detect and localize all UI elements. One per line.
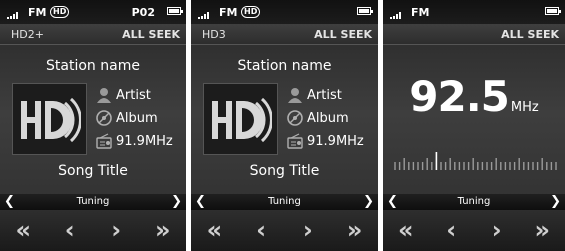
- signal-icon: [198, 12, 212, 19]
- status-bar: FM HD: [191, 0, 378, 24]
- tuning-bar: ❮ Tuning ❯: [0, 194, 186, 210]
- album-art: [203, 83, 278, 155]
- hd-logo-icon: [21, 97, 81, 143]
- status-bar: FM HD P02: [0, 0, 186, 24]
- info-bar: HD3 ALL SEEK: [191, 24, 378, 45]
- band-label: FM: [219, 6, 238, 19]
- channel-label: HD2+: [11, 28, 44, 41]
- signal-icon: [7, 12, 21, 19]
- artist-label: Artist: [116, 88, 151, 103]
- tune-up-button[interactable]: ›: [93, 210, 140, 251]
- station-name: Station name: [46, 58, 140, 74]
- radio-screen-hd3: FM HD HD3 ALL SEEK Station name Artist A…: [191, 0, 378, 251]
- radio-icon: [96, 133, 112, 149]
- radio-screen-hd2: FM HD P02 HD2+ ALL SEEK Station name Art…: [0, 0, 186, 251]
- seek-mode-label[interactable]: ALL SEEK: [314, 28, 372, 41]
- tuning-bar: ❮ Tuning ❯: [383, 194, 565, 210]
- frequency-display: 92.5 MHz: [383, 72, 565, 121]
- tune-down-button[interactable]: ‹: [429, 210, 475, 251]
- battery-icon: [357, 7, 373, 15]
- seek-forward-button[interactable]: »: [331, 210, 378, 251]
- seek-forward-button[interactable]: »: [520, 210, 565, 251]
- hd-indicator-icon: HD: [50, 6, 70, 18]
- artist-icon: [97, 88, 111, 103]
- frequency-label: 91.9MHz: [307, 134, 364, 149]
- info-bar: HD2+ ALL SEEK: [0, 24, 186, 45]
- seek-mode-label[interactable]: ALL SEEK: [122, 28, 180, 41]
- tuning-label: Tuning: [76, 196, 110, 207]
- tune-up-button[interactable]: ›: [474, 210, 520, 251]
- control-bar: « ‹ › »: [191, 210, 378, 251]
- frequency-unit: MHz: [510, 100, 539, 115]
- tuning-right-arrow-icon[interactable]: ❯: [171, 194, 182, 210]
- band-label: FM: [28, 6, 47, 19]
- control-bar: « ‹ › »: [0, 210, 186, 251]
- tuning-right-arrow-icon[interactable]: ❯: [550, 194, 561, 210]
- signal-icon: [390, 12, 404, 19]
- tune-down-button[interactable]: ‹: [238, 210, 285, 251]
- preset-label: P02: [131, 6, 155, 19]
- album-art: [12, 83, 87, 155]
- info-bar: ALL SEEK: [383, 24, 565, 45]
- band-label: FM: [411, 6, 430, 19]
- seek-mode-label[interactable]: ALL SEEK: [501, 28, 559, 41]
- station-name: Station name: [237, 58, 332, 74]
- battery-icon: [545, 7, 561, 15]
- tune-down-button[interactable]: ‹: [47, 210, 94, 251]
- tuning-label: Tuning: [457, 196, 491, 207]
- song-title: Song Title: [249, 163, 320, 179]
- seek-back-button[interactable]: «: [191, 210, 238, 251]
- radio-icon: [287, 133, 303, 149]
- seek-back-button[interactable]: «: [383, 210, 429, 251]
- tuning-dial[interactable]: [393, 150, 558, 172]
- hd-indicator-icon: HD: [241, 6, 261, 18]
- status-bar: FM: [383, 0, 565, 24]
- seek-back-button[interactable]: «: [0, 210, 47, 251]
- artist-icon: [288, 88, 302, 103]
- album-label: Album: [116, 111, 158, 126]
- tuning-label: Tuning: [268, 196, 301, 207]
- radio-screen-fm: FM ALL SEEK 92.5 MHz ❮ Tuning ❯ « ‹ › »: [383, 0, 565, 251]
- control-bar: « ‹ › »: [383, 210, 565, 251]
- frequency-value: 92.5: [409, 72, 510, 121]
- album-icon: [287, 110, 303, 126]
- tuning-bar: ❮ Tuning ❯: [191, 194, 378, 210]
- seek-forward-button[interactable]: »: [140, 210, 187, 251]
- hd-logo-icon: [212, 97, 272, 143]
- channel-label: HD3: [202, 28, 226, 41]
- album-icon: [96, 110, 112, 126]
- album-label: Album: [307, 111, 349, 126]
- artist-label: Artist: [307, 88, 342, 103]
- battery-icon: [167, 7, 183, 15]
- frequency-label: 91.9MHz: [116, 134, 173, 149]
- tuning-right-arrow-icon[interactable]: ❯: [363, 194, 374, 210]
- tune-up-button[interactable]: ›: [285, 210, 332, 251]
- song-title: Song Title: [58, 163, 128, 179]
